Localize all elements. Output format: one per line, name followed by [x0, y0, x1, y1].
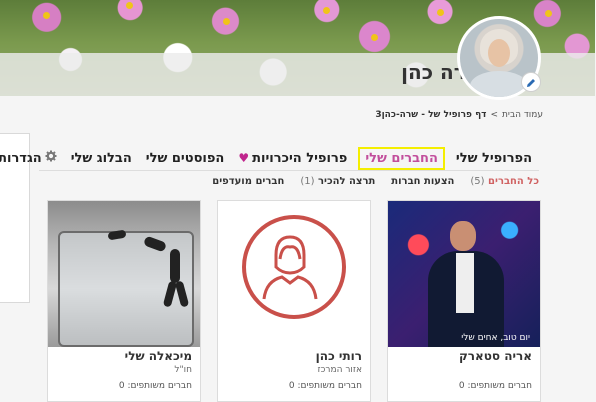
subtab-requests-count: (1)	[301, 176, 316, 187]
tab-my-profile[interactable]: הפרופיל שלי	[450, 151, 540, 166]
edit-avatar-button[interactable]	[522, 72, 542, 92]
friend-location: חו"ל	[175, 365, 193, 375]
subtab-all-count: (5)	[471, 176, 486, 187]
friend-card[interactable]: רותי כהן אזור המרכז חברים משותפים: 0	[218, 200, 372, 402]
subtab-requests-label: תרצה להכיר	[319, 176, 377, 187]
user-placeholder-icon	[243, 215, 347, 319]
breadcrumb-current: דף פרופיל של - שרה-כהן3	[376, 110, 488, 120]
friend-card[interactable]: מיכאלה שלי חו"ל חברים משותפים: 0	[48, 200, 202, 402]
tab-my-posts[interactable]: הפוסטים שלי	[140, 151, 233, 166]
breadcrumb-home[interactable]: עמוד הבית	[503, 110, 544, 120]
tab-my-blog[interactable]: הבלוג שלי	[65, 151, 140, 166]
friend-name[interactable]: אריה סטארק	[460, 349, 533, 363]
photo-caption: יום טוב, אחים שלי	[462, 333, 531, 343]
friend-photo-placeholder[interactable]	[219, 201, 371, 347]
friend-name[interactable]: מיכאלה שלי	[126, 349, 193, 363]
tab-my-friends[interactable]: החברים שלי	[359, 146, 446, 170]
friend-card[interactable]: יום טוב, אחים שלי אריה סטארק חברים משותפ…	[388, 200, 542, 402]
mutual-friends: חברים משותפים: 0	[289, 381, 363, 391]
friends-subtabs: כל החברים (5) הצעות חברות תרצה להכיר (1)…	[213, 176, 540, 187]
subtab-suggestions[interactable]: הצעות חברות	[392, 176, 455, 187]
gear-icon	[46, 150, 58, 166]
friend-name[interactable]: רותי כהן	[317, 349, 363, 363]
tab-settings-label: הגדרות	[0, 150, 43, 166]
subtab-all-label: כל החברים	[489, 176, 540, 187]
subtab-all-friends[interactable]: כל החברים (5)	[471, 176, 540, 187]
friend-photo[interactable]: יום טוב, אחים שלי	[389, 201, 541, 347]
tab-dating-profile[interactable]: פרופיל היכרויות ♥	[232, 151, 355, 166]
breadcrumb-separator: >	[491, 110, 500, 120]
pencil-icon	[527, 73, 537, 92]
profile-tabs: הפרופיל שלי החברים שלי פרופיל היכרויות ♥…	[0, 146, 540, 170]
tab-settings[interactable]: הגדרות	[0, 150, 65, 166]
breadcrumb: עמוד הבית > דף פרופיל של - שרה-כהן3	[376, 110, 544, 120]
tab-dating-profile-label: פרופיל היכרויות	[253, 150, 349, 166]
friend-photo[interactable]	[49, 201, 201, 347]
subtab-requests[interactable]: תרצה להכיר (1)	[301, 176, 376, 187]
tabs-divider	[40, 170, 540, 171]
mutual-friends: חברים משותפים: 0	[119, 381, 193, 391]
friend-location: אזור המרכז	[318, 365, 363, 375]
mutual-friends: חברים משותפים: 0	[459, 381, 533, 391]
heart-icon: ♥	[239, 151, 251, 165]
subtab-favorites[interactable]: חברים מועדפים	[213, 176, 285, 187]
